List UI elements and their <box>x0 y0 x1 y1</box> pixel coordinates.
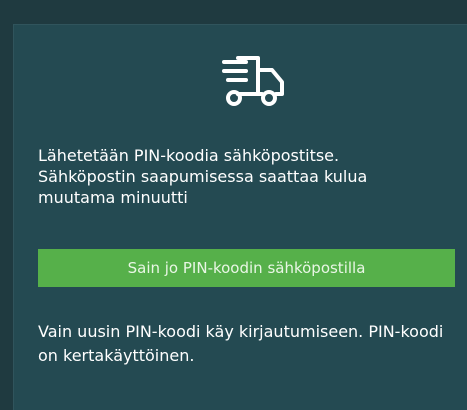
delivery-truck-icon <box>222 56 284 106</box>
pin-usage-note: Vain uusin PIN-koodi käy kirjautumiseen.… <box>38 322 444 365</box>
pin-email-panel: Lähetetään PIN-koodia sähköpostitse. Säh… <box>13 24 467 410</box>
page-background: Lähetetään PIN-koodia sähköpostitse. Säh… <box>0 0 467 410</box>
pin-received-button[interactable]: Sain jo PIN-koodin sähköpostilla <box>38 249 455 287</box>
pin-sent-message: Lähetetään PIN-koodia sähköpostitse. Säh… <box>38 146 368 207</box>
